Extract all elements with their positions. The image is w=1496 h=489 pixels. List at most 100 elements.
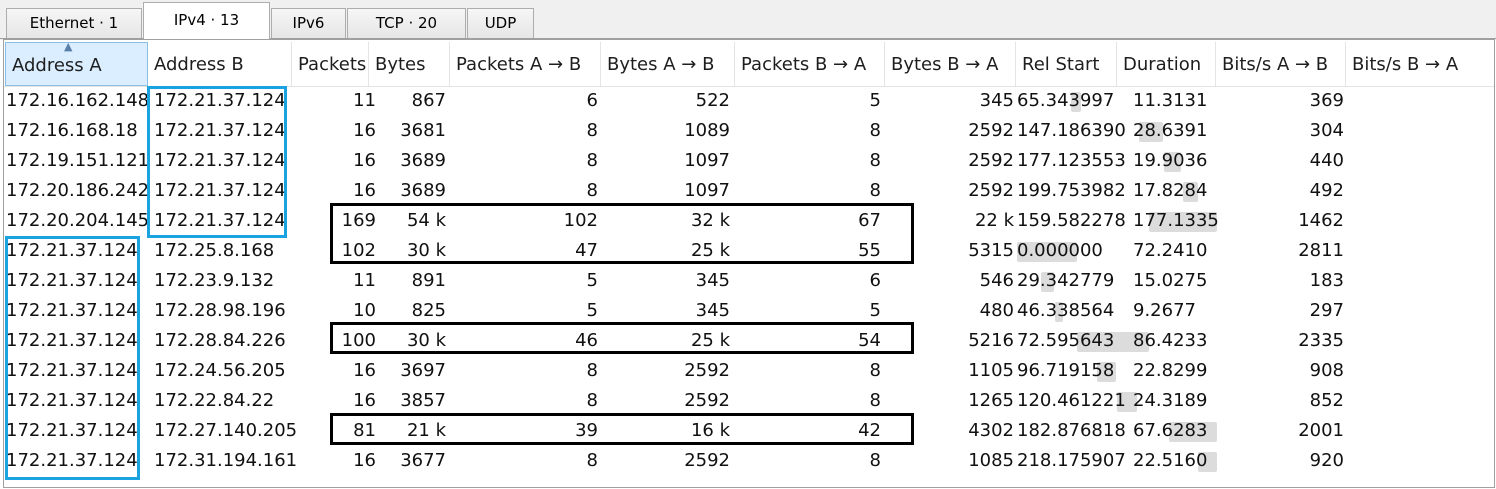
- cell-packets-b-to-a: 8: [869, 390, 881, 411]
- cell-bytes-a-to-b: 2592: [684, 450, 730, 471]
- cell-bytes-b-to-a: 546: [979, 270, 1014, 291]
- cell-packets-a-to-b: 8: [586, 120, 598, 141]
- cell-bytes-a-to-b: 1097: [684, 180, 730, 201]
- cell-packets: 11: [353, 270, 376, 291]
- cell-duration: 17.8284: [1133, 180, 1208, 201]
- column-header-duration[interactable]: Duration: [1117, 42, 1216, 86]
- column-header-packets-b-to-a[interactable]: Packets B → A: [735, 42, 885, 86]
- cell-bytes-a-to-b: 1089: [684, 120, 730, 141]
- cell-packets-b-to-a: 8: [869, 450, 881, 471]
- column-header-bytes-b-to-a[interactable]: Bytes B → A: [885, 42, 1016, 86]
- sort-ascending-icon: ▲: [64, 40, 73, 53]
- cell-bits-a-to-b: 183: [1309, 270, 1344, 291]
- column-header-bytes[interactable]: Bytes: [369, 42, 450, 86]
- cell-packets: 16: [353, 390, 376, 411]
- cell-bytes-b-to-a: 2592: [968, 120, 1014, 141]
- cell-packets-a-to-b: 8: [586, 180, 598, 201]
- column-header-packets[interactable]: Packets: [292, 42, 369, 86]
- cell-packets-a-to-b: 6: [586, 90, 598, 111]
- cell-duration: 28.6391: [1133, 120, 1208, 141]
- address-highlight-box: [147, 86, 287, 238]
- cell-duration: 11.3131: [1133, 90, 1208, 111]
- column-header-bytes-a-to-b[interactable]: Bytes A → B: [601, 42, 735, 86]
- row-highlight-box: [330, 413, 914, 445]
- cell-rel-start: 46.338564: [1017, 300, 1115, 321]
- cell-bits-a-to-b: 369: [1309, 90, 1344, 111]
- cell-bytes-b-to-a: 1085: [968, 450, 1014, 471]
- cell-bits-b-to-a: [1346, 86, 1486, 116]
- cell-duration: 24.3189: [1133, 390, 1208, 411]
- cell-bits-a-to-b: 852: [1309, 390, 1344, 411]
- cell-bits-b-to-a: [1346, 206, 1486, 236]
- cell-rel-start: 182.876818: [1017, 420, 1126, 441]
- cell-packets-a-to-b: 8: [586, 150, 598, 171]
- address-highlight-box: [5, 236, 140, 480]
- cell-address-a: 172.20.186.242: [6, 180, 150, 201]
- cell-packets: 16: [353, 150, 376, 171]
- column-header-address-a[interactable]: Address A: [5, 42, 148, 86]
- column-header-bits-b-to-a[interactable]: Bits/s B → A: [1346, 42, 1494, 86]
- cell-packets: 16: [353, 360, 376, 381]
- cell-bytes: 3697: [400, 360, 446, 381]
- cell-bytes-a-to-b: 2592: [684, 360, 730, 381]
- column-header-address-b[interactable]: Address B: [148, 42, 292, 86]
- cell-bits-a-to-b: 440: [1309, 150, 1344, 171]
- cell-packets-a-to-b: 5: [586, 270, 598, 291]
- tab-udp[interactable]: UDP: [467, 8, 534, 38]
- cell-duration: 22.8299: [1133, 360, 1208, 381]
- cell-bytes-a-to-b: 522: [695, 90, 730, 111]
- cell-duration: 72.2410: [1133, 240, 1208, 261]
- cell-duration: 15.0275: [1133, 270, 1208, 291]
- cell-bits-a-to-b: 1462: [1298, 210, 1344, 231]
- cell-bytes-b-to-a: 2592: [968, 150, 1014, 171]
- column-header-packets-a-to-b[interactable]: Packets A → B: [450, 42, 601, 86]
- cell-packets: 16: [353, 120, 376, 141]
- cell-bytes-a-to-b: 2592: [684, 390, 730, 411]
- cell-rel-start: 29.342779: [1017, 270, 1115, 291]
- cell-bits-a-to-b: 2335: [1298, 330, 1344, 351]
- cell-duration: 86.4233: [1133, 330, 1208, 351]
- cell-duration: 22.5160: [1133, 450, 1208, 471]
- tab-ipv6[interactable]: IPv6: [271, 8, 346, 38]
- cell-bytes-a-to-b: 345: [695, 270, 730, 291]
- tab-tcp[interactable]: TCP · 20: [347, 8, 466, 38]
- cell-packets-b-to-a: 6: [869, 270, 881, 291]
- cell-address-b: 172.28.84.226: [154, 330, 286, 351]
- cell-bits-b-to-a: [1346, 266, 1486, 296]
- cell-bits-b-to-a: [1346, 416, 1486, 446]
- column-header-rel-start[interactable]: Rel Start: [1016, 42, 1117, 86]
- cell-bytes-b-to-a: 1105: [968, 360, 1014, 381]
- cell-bytes-b-to-a: 2592: [968, 180, 1014, 201]
- cell-packets-b-to-a: 8: [869, 180, 881, 201]
- cell-duration: 177.1335: [1133, 210, 1219, 231]
- cell-bytes: 867: [411, 90, 446, 111]
- cell-rel-start: 159.582278: [1017, 210, 1126, 231]
- tab-ipv4[interactable]: IPv4 · 13: [143, 2, 270, 39]
- column-header-bits-a-to-b[interactable]: Bits/s A → B: [1216, 42, 1346, 86]
- cell-duration: 19.9036: [1133, 150, 1208, 171]
- cell-address-a: 172.19.151.121: [6, 150, 150, 171]
- cell-rel-start: 120.461221: [1017, 390, 1126, 411]
- cell-packets: 16: [353, 180, 376, 201]
- conversation-tab-bar: Ethernet · 1 IPv4 · 13 IPv6 TCP · 20 UDP: [0, 0, 1496, 40]
- row-highlight-box: [330, 203, 914, 264]
- cell-packets-b-to-a: 8: [869, 360, 881, 381]
- cell-bits-b-to-a: [1346, 356, 1486, 386]
- cell-bytes: 891: [411, 270, 446, 291]
- tab-ethernet[interactable]: Ethernet · 1: [6, 8, 142, 38]
- cell-bytes: 3689: [400, 150, 446, 171]
- cell-bytes-a-to-b: 1097: [684, 150, 730, 171]
- cell-rel-start: 218.175907: [1017, 450, 1126, 471]
- cell-bits-a-to-b: 297: [1309, 300, 1344, 321]
- cell-rel-start: 72.595643: [1017, 330, 1115, 351]
- row-highlight-box: [330, 322, 914, 354]
- cell-address-b: 172.24.56.205: [154, 360, 286, 381]
- cell-bytes: 3857: [400, 390, 446, 411]
- cell-bytes-b-to-a: 345: [979, 90, 1014, 111]
- cell-bits-b-to-a: [1346, 296, 1486, 326]
- cell-bits-a-to-b: 908: [1309, 360, 1344, 381]
- cell-address-a: 172.16.162.148: [6, 90, 150, 111]
- cell-packets: 11: [353, 90, 376, 111]
- cell-packets-a-to-b: 8: [586, 360, 598, 381]
- cell-rel-start: 0.000000: [1017, 240, 1103, 261]
